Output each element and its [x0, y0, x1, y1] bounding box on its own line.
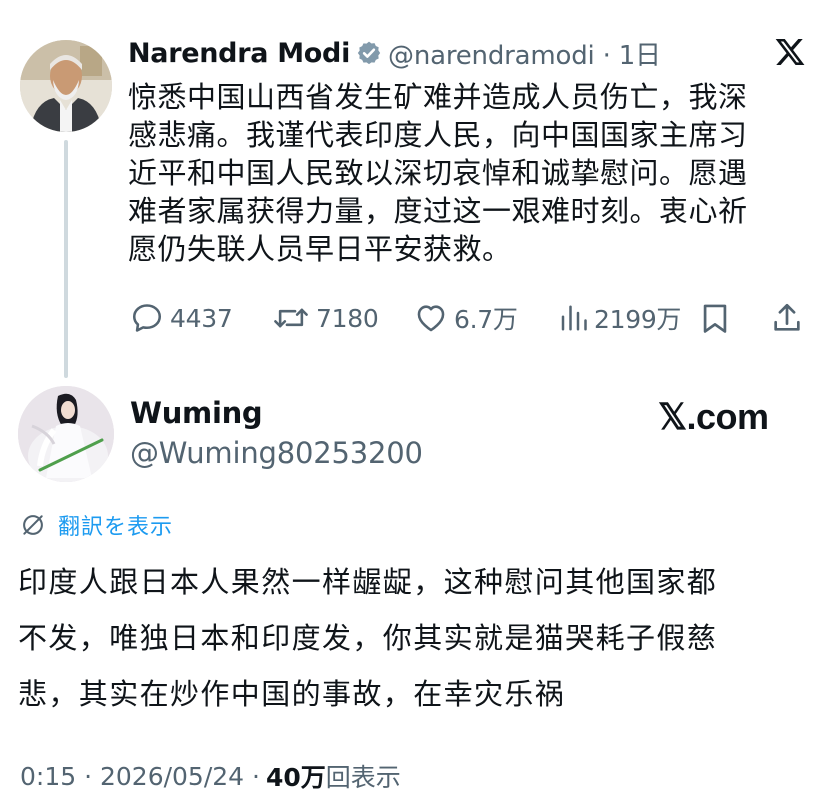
tweet-text-line: 感悲痛。我谨代表印度人民，向中国国家主席习 — [128, 118, 748, 152]
avatar-image — [20, 40, 112, 132]
repost-icon — [274, 308, 308, 328]
tweet-views-count: 40万 — [265, 763, 326, 792]
x-com-watermark: 𝕏.com — [658, 396, 769, 438]
repost-button[interactable]: 7180 — [272, 298, 379, 338]
reply-button[interactable]: 4437 — [130, 298, 233, 338]
watermark-text: 𝕏.com — [658, 396, 769, 437]
avatar-image — [18, 386, 114, 482]
heart-icon — [417, 305, 445, 332]
tweet-text-line: 近平和中国人民致以深切哀悼和诚挚慰问。愿遇 — [128, 156, 748, 190]
bookmark-button[interactable] — [698, 298, 732, 338]
author-name[interactable]: Narendra Modi — [128, 38, 350, 69]
bar-chart-icon — [561, 305, 587, 331]
tweet-text-line: 悲，其实在炒作中国的事故，在幸灾乐祸 — [18, 677, 566, 711]
bookmark-icon — [703, 304, 727, 333]
tweet-text-line: 愿仍失联人员早日平安获救。 — [128, 232, 512, 266]
avatar-wuming[interactable] — [18, 386, 114, 482]
like-button[interactable]: 6.7万 — [414, 298, 518, 338]
tweet-footer-meta: 0:15 · 2026/05/24 · 40万 回表示 — [20, 758, 401, 794]
views-button[interactable]: 2199万 — [558, 298, 681, 338]
reply-bubble-icon — [132, 304, 162, 332]
handle-and-time: @narendramodi · 1日 — [388, 40, 661, 71]
reply-tweet-text: 印度人跟日本人果然一样龌龊，这种慰问其他国家都 不发，唯独日本和印度发，你其实就… — [18, 554, 818, 722]
tweet-timestamp[interactable]: 0:15 · 2026/05/24 · — [20, 762, 260, 791]
translate-globe-icon — [23, 515, 43, 535]
translate-label[interactable]: 翻訳を表示 — [58, 509, 173, 541]
share-button[interactable] — [770, 298, 804, 338]
like-count: 6.7万 — [454, 305, 518, 334]
repost-count: 7180 — [316, 303, 379, 333]
tweet-views-label: 回表示 — [325, 763, 401, 792]
x-logo-icon[interactable] — [774, 36, 806, 68]
translate-link[interactable]: 翻訳を表示 — [20, 510, 173, 540]
reply-author-handle[interactable]: @Wuming80253200 — [130, 436, 423, 470]
tweet-text-line: 印度人跟日本人果然一样龌龊，这种慰问其他国家都 — [18, 565, 718, 599]
views-count: 2199万 — [594, 305, 682, 334]
tweet-text-line: 惊悉中国山西省发生矿难并造成人员伤亡，我深 — [128, 80, 748, 114]
parent-tweet-text: 惊悉中国山西省发生矿难并造成人员伤亡，我深 感悲痛。我谨代表印度人民，向中国国家… — [128, 78, 808, 268]
avatar-narendra-modi[interactable] — [20, 40, 112, 132]
share-icon — [774, 303, 800, 331]
reply-count: 4437 — [170, 303, 233, 333]
thread-connector-line — [64, 140, 68, 378]
tweet-action-bar: 4437 7180 6.7万 2199万 — [130, 298, 810, 338]
verified-badge-icon — [356, 40, 382, 66]
reply-author-name[interactable]: Wuming — [130, 396, 263, 430]
tweet-text-line: 不发，唯独日本和印度发，你其实就是猫哭耗子假慈 — [18, 621, 718, 655]
tweet-text-line: 难者家属获得力量，度过这一艰难时刻。衷心祈 — [128, 194, 748, 228]
parent-tweet-header: Narendra Modi @narendramodi · 1日 — [128, 33, 661, 73]
